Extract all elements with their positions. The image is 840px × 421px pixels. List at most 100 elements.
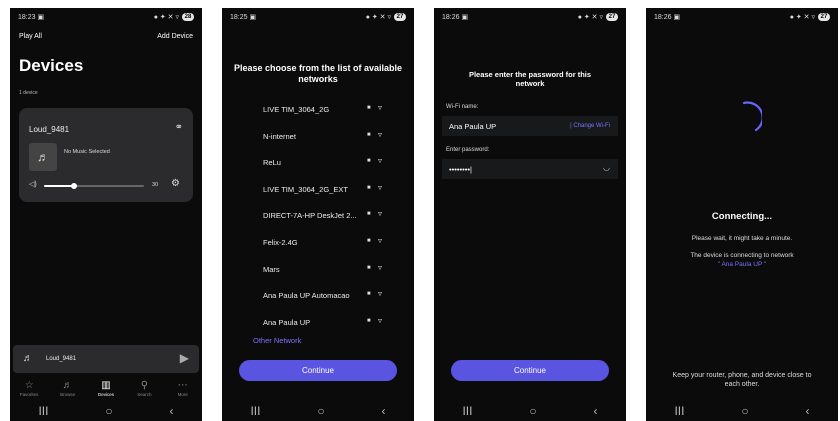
wifi-icon: ▿ [378, 235, 383, 245]
network-item[interactable]: ReLu ■ ▿ [222, 153, 414, 180]
more-icon: ⋯ [177, 380, 188, 391]
device-count: 1 device [19, 90, 38, 96]
change-wifi-link[interactable]: | Change Wi-Fi [570, 123, 610, 129]
password-input[interactable]: ••••••••| ◡ [442, 159, 618, 179]
status-bar: 18:25 ▣ ● ✦ ✕ ▿ 27 [222, 8, 414, 26]
network-item[interactable]: Mars ■ ▿ [222, 260, 414, 287]
music-note-icon: ♬ [37, 150, 49, 164]
network-item[interactable]: Felix-2.4G ■ ▿ [222, 233, 414, 260]
page-heading: Please choose from the list of available… [233, 63, 403, 84]
password-value: ••••••••| [449, 165, 472, 174]
wifi-icon: ▿ [378, 103, 383, 112]
battery-badge: 28 [182, 13, 194, 21]
continue-button[interactable]: Continue [451, 360, 609, 381]
mini-player[interactable]: ♬ Loud_9481 ▶ [13, 345, 199, 373]
wifi-icon: ▿ [378, 156, 383, 166]
device-card[interactable]: Loud_9481 ⚭ ♬ No Music Selected ◁) 30 ⚙ [19, 108, 193, 202]
recents-button[interactable]: III [674, 404, 684, 418]
network-name: Felix-2.4G [263, 237, 298, 247]
search-icon: ⚲ [140, 380, 149, 391]
tab-browse[interactable]: ♬ Browse [50, 379, 86, 401]
tab-devices[interactable]: ▥ Devices [88, 379, 124, 401]
wait-message: Please wait, it might take a minute. [691, 235, 793, 242]
network-item[interactable]: Ana Paula UP Automacao ■ ▿ [222, 286, 414, 313]
eye-icon[interactable]: ◡ [603, 163, 610, 172]
music-note-icon: ♬ [23, 353, 33, 364]
wifi-name-field: Ana Paula UP | Change Wi-Fi [442, 116, 618, 136]
music-note-icon: ♬ [62, 380, 73, 391]
password-label: Enter password: [446, 147, 490, 153]
lock-icon: ■ [367, 158, 371, 165]
gear-icon[interactable]: ⚙ [171, 178, 180, 189]
home-button[interactable]: ○ [529, 404, 536, 418]
lock-icon: ■ [367, 237, 371, 244]
home-button[interactable]: ○ [105, 404, 112, 418]
wifi-icon: ▿ [378, 209, 383, 219]
status-signal-icons: ● ✦ ✕ ▿ [577, 14, 603, 21]
back-button[interactable]: ‹ [170, 404, 174, 418]
battery-badge: 27 [394, 13, 406, 21]
tab-label: Browse [60, 392, 76, 397]
wifi-name-value: Ana Paula UP [449, 122, 497, 131]
network-name: LIVE TIM_3064_2G_EXT [263, 184, 348, 194]
mini-player-device-name: Loud_9481 [46, 356, 77, 362]
system-nav-bar: III ○ ‹ [434, 401, 626, 421]
speaker-icon: ▥ [101, 380, 111, 391]
wifi-icon: ▿ [378, 182, 383, 192]
network-name: LIVE TIM_3064_2G [263, 105, 330, 114]
network-item[interactable]: LIVE TIM_3064_2G ■ ▿ [222, 100, 414, 127]
network-item[interactable]: LIVE TIM_3064_2G_EXT ■ ▿ [222, 180, 414, 207]
network-item[interactable]: N-internet ■ ▿ [222, 127, 414, 154]
network-item[interactable]: Ana Paula UP ■ ▿ [222, 313, 414, 340]
tab-more[interactable]: ⋯ More [165, 379, 201, 401]
status-signal-icons: ● ✦ ✕ ▿ [365, 14, 391, 21]
system-nav-bar: III ○ ‹ [646, 401, 838, 421]
lock-icon: ■ [367, 105, 371, 111]
lock-icon: ■ [367, 211, 371, 218]
home-button[interactable]: ○ [317, 404, 324, 418]
home-button[interactable]: ○ [741, 404, 748, 418]
screen-connecting: 18:26 ▣ ● ✦ ✕ ▿ 27 Connecting... Please w… [646, 8, 838, 421]
wifi-icon: ▿ [378, 129, 383, 139]
status-signal-icons: ● ✦ ✕ ▿ [153, 14, 179, 21]
volume-slider-handle[interactable] [71, 183, 77, 189]
lock-icon: ■ [367, 184, 371, 191]
device-name: Loud_9481 [29, 125, 70, 134]
wifi-icon: ▿ [378, 315, 383, 325]
recents-button[interactable]: III [462, 404, 472, 418]
album-art: ♬ [29, 143, 57, 171]
page-title: Devices [19, 56, 84, 75]
link-icon[interactable]: ⚭ [175, 122, 183, 133]
continue-button[interactable]: Continue [239, 360, 397, 381]
back-button[interactable]: ‹ [382, 404, 386, 418]
status-time: 18:26 [442, 14, 460, 21]
tab-search[interactable]: ⚲ Search [126, 379, 162, 401]
status-time: 18:25 [230, 14, 248, 21]
recents-button[interactable]: III [250, 404, 260, 418]
wifi-name-label: Wi-Fi name: [446, 104, 479, 110]
connecting-text: The device is connecting to network [690, 252, 794, 259]
loading-spinner-icon [742, 101, 762, 132]
back-button[interactable]: ‹ [806, 404, 810, 418]
network-name: Ana Paula UP Automacao [263, 291, 350, 301]
network-item[interactable]: DIRECT-7A-HP DeskJet 2... ■ ▿ [222, 206, 414, 233]
volume-slider[interactable] [44, 183, 144, 189]
tab-label: Devices [97, 392, 114, 397]
lock-icon: ■ [367, 131, 371, 138]
wifi-icon: ▿ [378, 289, 383, 299]
bottom-tab-bar: ☆ Favorites ♬ Browse ▥ Devices ⚲ Search ⋯ Mor… [10, 379, 202, 401]
tab-favorites[interactable]: ☆ Favorites [11, 379, 47, 401]
network-name: DIRECT-7A-HP DeskJet 2... [263, 211, 357, 221]
other-network-link[interactable]: Other Network [253, 336, 301, 345]
recents-button[interactable]: III [38, 404, 48, 418]
tab-label: Search [137, 392, 152, 397]
connecting-title: Connecting... [711, 211, 773, 222]
play-all-button[interactable]: Play All [19, 33, 42, 40]
tab-label: More [177, 392, 188, 397]
status-bar: 18:26 ▣ ● ✦ ✕ ▿ 27 [646, 8, 838, 26]
play-icon[interactable]: ▶ [180, 351, 189, 365]
add-device-button[interactable]: Add Device [157, 33, 193, 40]
status-signal-icons: ● ✦ ✕ ▿ [789, 14, 815, 21]
back-button[interactable]: ‹ [594, 404, 598, 418]
status-notification-icon: ▣ [37, 14, 45, 21]
